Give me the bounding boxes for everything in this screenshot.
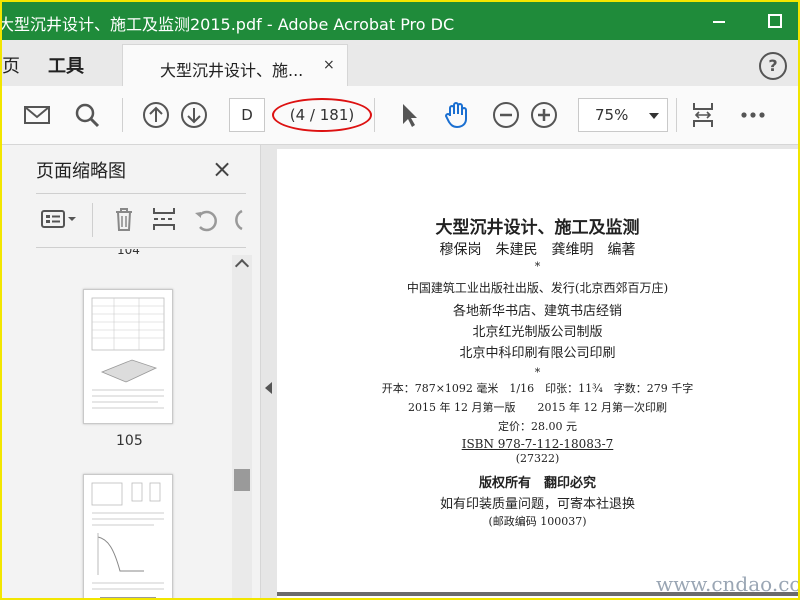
watermark-text: www.cndao.com bbox=[656, 572, 798, 596]
tab-tools[interactable]: 工具 bbox=[48, 52, 84, 78]
notice-line: 如有印装质量问题，可寄本社退换 bbox=[439, 497, 635, 512]
hand-tool-icon[interactable] bbox=[442, 100, 472, 130]
thumbnail-label: 105 bbox=[116, 433, 143, 449]
next-page-icon[interactable] bbox=[179, 100, 209, 130]
extract-pages-icon[interactable] bbox=[150, 205, 178, 233]
isbn-line: ISBN 978-7-112-18083-7 bbox=[461, 437, 614, 451]
page-thumbnail[interactable] bbox=[83, 289, 173, 424]
mail-icon[interactable] bbox=[22, 100, 52, 130]
close-tab-icon[interactable]: × bbox=[323, 57, 335, 73]
maximize-button[interactable] bbox=[762, 8, 786, 32]
toolbar-divider bbox=[374, 98, 375, 132]
page-thumbnail[interactable] bbox=[83, 474, 173, 598]
zoom-dropdown[interactable]: 75% bbox=[578, 98, 668, 132]
window-title: 大型沉井设计、施工及监测2015.pdf - Adobe Acrobat Pro… bbox=[0, 15, 455, 34]
zoom-out-icon[interactable] bbox=[491, 100, 521, 130]
thumbnail-scrollbar[interactable] bbox=[232, 255, 252, 598]
isbn-code: (27322) bbox=[515, 452, 560, 465]
page-number-input[interactable]: D bbox=[229, 98, 265, 132]
search-icon[interactable] bbox=[72, 100, 102, 130]
more-options-icon[interactable] bbox=[738, 100, 768, 130]
toolbar: D (4 / 181) 75% bbox=[2, 86, 798, 145]
edition-line: 2015 年 12 月第一版 2015 年 12 月第一次印刷 bbox=[408, 401, 667, 414]
thumbnail-options-icon[interactable] bbox=[40, 205, 80, 233]
publisher-line: 中国建筑工业出版社出版、发行(北京西郊百万庄) bbox=[406, 281, 669, 295]
panel-toolbar-divider bbox=[92, 203, 93, 237]
title-bar: 大型沉井设计、施工及监测2015.pdf - Adobe Acrobat Pro… bbox=[2, 2, 798, 40]
scroll-up-icon[interactable] bbox=[234, 258, 250, 274]
rotate-right-icon[interactable] bbox=[230, 205, 246, 233]
collapse-panel-icon[interactable] bbox=[265, 382, 272, 394]
rights-line: 版权所有 翻印必究 bbox=[478, 476, 596, 491]
price-line: 定价：28.00 元 bbox=[498, 420, 577, 433]
fit-width-icon[interactable] bbox=[688, 100, 718, 130]
minimize-button[interactable] bbox=[707, 8, 731, 32]
toolbar-divider bbox=[676, 98, 677, 132]
thumbnail-preview bbox=[91, 482, 164, 598]
platemaker-line: 北京红光制版公司制版 bbox=[472, 325, 603, 340]
separator-star: * bbox=[534, 260, 541, 273]
zoom-value: 75% bbox=[595, 106, 629, 124]
rotate-left-icon[interactable] bbox=[192, 205, 220, 233]
close-panel-icon[interactable]: × bbox=[212, 155, 232, 183]
thumbnail-preview bbox=[91, 297, 165, 409]
book-title: 大型沉井设计、施工及监测 bbox=[435, 218, 640, 238]
thumbnail-list: 104 105 bbox=[36, 249, 232, 598]
thumbnail-label: 104 bbox=[117, 249, 140, 257]
panel-title: 页面缩略图 bbox=[36, 161, 126, 182]
panel-divider bbox=[36, 193, 246, 194]
format-line: 开本：787×1092 毫米 1/16 印张：11¾ 字数：279 千字 bbox=[381, 382, 694, 395]
select-cursor-icon[interactable] bbox=[394, 100, 424, 130]
tab-document[interactable]: 大型沉井设计、施... × bbox=[122, 44, 348, 87]
scrollbar-thumb[interactable] bbox=[234, 469, 250, 491]
postcode-line: (邮政编码 100037) bbox=[488, 515, 587, 528]
page-count: (4 / 181) bbox=[272, 98, 372, 132]
previous-page-icon[interactable] bbox=[141, 100, 171, 130]
acrobat-window: 大型沉井设计、施工及监测2015.pdf - Adobe Acrobat Pro… bbox=[0, 0, 800, 600]
trash-icon[interactable] bbox=[110, 205, 138, 233]
tab-home[interactable]: 页 bbox=[2, 52, 20, 78]
pdf-page: 大型沉井设计、施工及监测 穆保岗 朱建民 龚维明 编著 * 中国建筑工业出版社出… bbox=[277, 149, 798, 598]
book-authors: 穆保岗 朱建民 龚维明 编著 bbox=[439, 242, 636, 258]
tab-document-label: 大型沉井设计、施... bbox=[160, 61, 304, 80]
chevron-down-icon bbox=[649, 113, 659, 119]
toolbar-divider bbox=[122, 98, 123, 132]
distributor-line: 各地新华书店、建筑书店经销 bbox=[452, 304, 622, 319]
zoom-in-icon[interactable] bbox=[529, 100, 559, 130]
help-icon[interactable]: ? bbox=[759, 52, 787, 80]
thumbnail-panel: 页面缩略图 × 104 105 bbox=[2, 145, 261, 598]
tab-bar: 页 工具 大型沉井设计、施... × ? bbox=[2, 40, 798, 87]
printer-line: 北京中科印刷有限公司印刷 bbox=[459, 346, 616, 361]
document-view: 大型沉井设计、施工及监测 穆保岗 朱建民 龚维明 编著 * 中国建筑工业出版社出… bbox=[261, 145, 798, 598]
panel-divider bbox=[36, 247, 246, 248]
separator-star: * bbox=[534, 366, 541, 379]
